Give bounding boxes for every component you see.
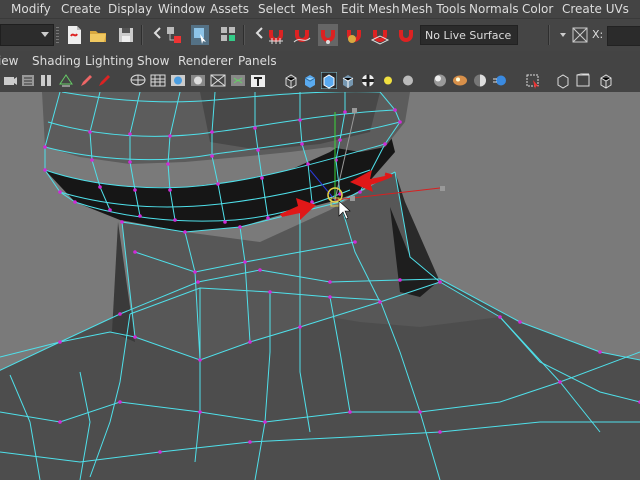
mesh-wireframe-canvas[interactable] (0, 92, 640, 480)
menu-create[interactable]: Create (61, 2, 101, 16)
save-scene-icon[interactable] (116, 24, 136, 46)
snap-to-point-icon[interactable] (318, 24, 338, 46)
chevron-down-icon (41, 32, 49, 37)
select-by-object-icon[interactable] (190, 24, 210, 46)
checker-icon[interactable] (360, 72, 376, 89)
wireframe-icon[interactable] (130, 72, 146, 89)
panel-menu-view[interactable]: View (0, 54, 18, 68)
toolbar-separator (141, 25, 143, 45)
panel-menu-show[interactable]: Show (137, 54, 169, 68)
panel-menu-shading[interactable]: Shading (32, 54, 81, 68)
shadows-icon[interactable] (230, 72, 246, 89)
snap-to-grid-icon[interactable] (266, 24, 286, 46)
textured-icon[interactable] (190, 72, 206, 89)
bookmark-icon[interactable] (38, 72, 54, 89)
snap-to-curve-icon[interactable] (292, 24, 312, 46)
camera-attributes-icon[interactable] (20, 72, 36, 89)
grease-pencil-icon[interactable] (78, 72, 94, 89)
isolate-select-icon[interactable] (525, 72, 541, 89)
ambient-occlusion-icon[interactable] (472, 72, 488, 89)
panel-menu-lighting[interactable]: Lighting (85, 54, 134, 68)
toolbar-separator (548, 25, 550, 45)
grease-pencil-icon[interactable] (96, 72, 112, 89)
xray-components-icon[interactable] (598, 72, 614, 89)
make-live-icon[interactable] (396, 24, 416, 46)
xray-cube-icon[interactable] (340, 72, 356, 89)
image-plane-icon[interactable] (58, 72, 74, 89)
menu-bar: Modify Create Display Window Assets Sele… (0, 0, 640, 18)
menu-create-uvs[interactable]: Create UVs (562, 2, 629, 16)
wireframe-cube-icon[interactable] (283, 72, 299, 89)
xray-icon[interactable] (555, 72, 571, 89)
menu-set-dropdown[interactable] (0, 24, 54, 46)
use-lights-icon[interactable] (210, 72, 226, 89)
xray-joints-icon[interactable] (575, 72, 591, 89)
panel-menu-renderer[interactable]: Renderer (178, 54, 233, 68)
menu-normals[interactable]: Normals (469, 2, 519, 16)
panel-menu-bar: View Shading Lighting Show Renderer Pane… (0, 51, 640, 70)
menu-select[interactable]: Select (258, 2, 295, 16)
snap-to-view-plane-icon[interactable] (370, 24, 390, 46)
shaded-cube-icon[interactable] (302, 72, 318, 89)
snap-to-projected-center-icon[interactable] (344, 24, 364, 46)
menu-modify[interactable]: Modify (11, 2, 51, 16)
viewport-3d[interactable] (0, 92, 640, 480)
status-toolbar: No Live Surface X: (0, 18, 640, 52)
menu-color[interactable]: Color (522, 2, 553, 16)
text-icon[interactable] (250, 72, 266, 89)
grid-icon[interactable] (150, 72, 166, 89)
menu-display[interactable]: Display (108, 2, 152, 16)
panel-menu-panels[interactable]: Panels (238, 54, 277, 68)
material-sphere-icon[interactable] (452, 72, 468, 89)
toolbar-handle[interactable] (56, 27, 59, 43)
wireframe-on-shaded-icon[interactable] (321, 72, 337, 89)
live-surface-field[interactable]: No Live Surface (420, 25, 518, 45)
select-by-component-icon[interactable] (218, 24, 238, 46)
select-by-hierarchy-icon[interactable] (164, 24, 184, 46)
shaded-sphere-icon[interactable] (432, 72, 448, 89)
open-folder-icon[interactable] (88, 24, 108, 46)
light-bulb-icon[interactable] (380, 72, 396, 89)
menu-assets[interactable]: Assets (210, 2, 249, 16)
sphere-icon[interactable] (400, 72, 416, 89)
x-coordinate-label: X: (592, 28, 604, 41)
menu-mesh-tools[interactable]: Mesh Tools (401, 2, 466, 16)
absolute-transform-icon[interactable] (570, 24, 590, 46)
menu-edit-mesh[interactable]: Edit Mesh (341, 2, 400, 16)
smooth-shade-icon[interactable] (170, 72, 186, 89)
new-scene-icon[interactable] (64, 24, 84, 46)
x-coordinate-input[interactable] (607, 26, 640, 46)
motion-blur-icon[interactable] (492, 72, 508, 89)
menu-window[interactable]: Window (158, 2, 205, 16)
toolbar-separator (243, 25, 245, 45)
menu-mesh[interactable]: Mesh (301, 2, 333, 16)
panel-toolbar (0, 70, 640, 93)
camera-icon[interactable] (2, 72, 18, 89)
